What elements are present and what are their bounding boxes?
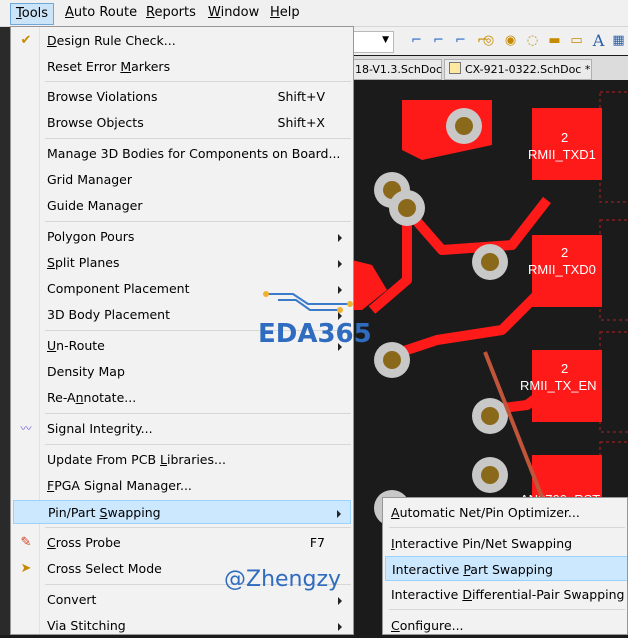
menu-help[interactable]: Help [265,4,305,22]
multi-route-icon[interactable]: ⌐ [452,32,469,49]
menu-window[interactable]: Window [203,4,264,22]
document-tabs: 18-V1.3.SchDoc CX-921-0322.SchDoc * [350,56,628,81]
check-icon: ✔ [20,33,32,48]
menu-item-guide-manager[interactable]: Guide Manager [13,194,351,218]
menu-auto-route[interactable]: Auto Route [60,4,142,22]
arc-icon[interactable]: ◌ [524,32,541,49]
menu-item-via-stitching[interactable]: Via Stitching [13,614,351,634]
menu-item-grid-manager[interactable]: Grid Manager [13,168,351,192]
watermark-logo-text: EDA365 [258,319,370,348]
pad-number: 2 [561,361,568,376]
menu-item-update-from-pcb-libraries[interactable]: Update From PCB Libraries... [13,448,351,472]
diff-pair-icon[interactable]: ⌐ [430,32,447,49]
menu-item-manage-3d-bodies[interactable]: Manage 3D Bodies for Components on Board… [13,142,351,166]
net-label: RMII_TXD0 [528,262,596,277]
menu-item-fpga-signal-manager[interactable]: FPGA Signal Manager... [13,474,351,498]
menu-item-re-annotate[interactable]: Re-Annotate... [13,386,351,410]
menu-item-browse-objects[interactable]: Browse Objects Shift+X [13,111,351,135]
toolbar-combo[interactable]: ▼ [352,31,394,53]
chevron-down-icon: ▼ [382,35,389,45]
menu-item-pin-part-swapping[interactable]: Pin/Part Swapping [13,500,351,524]
pin-part-swapping-submenu: Automatic Net/Pin Optimizer... Interacti… [382,497,628,635]
schematic-doc-icon [449,62,461,74]
workspace-left-edge [0,27,10,635]
menu-separator [45,444,351,445]
route-icon[interactable]: ⌐ [408,32,425,49]
menu-item-browse-violations[interactable]: Browse Violations Shift+V [13,85,351,109]
pad-icon[interactable]: ◎ [480,32,497,49]
menu-item-polygon-pours[interactable]: Polygon Pours [13,225,351,249]
submenu-item-interactive-part-swapping[interactable]: Interactive Part Swapping [385,556,627,581]
polygon-icon[interactable]: ▭ [568,32,585,49]
submenu-arrow-icon [338,260,342,268]
menu-tools[interactable]: Tools [10,3,55,25]
grid-icon[interactable]: ▦ [610,32,627,49]
via-icon[interactable]: ◉ [502,32,519,49]
submenu-arrow-icon [338,234,342,242]
menu-item-signal-integrity[interactable]: 〰 Signal Integrity... [13,417,351,441]
menu-separator [45,221,351,222]
cross-probe-icon: ✎ [20,535,32,550]
cross-select-icon: ➤ [20,561,32,576]
string-icon[interactable]: A [590,31,607,50]
circuit-trace-icon: EDA365 [258,291,372,349]
pad-number: 2 [561,245,568,260]
menu-separator [45,138,351,139]
net-label: RMII_TX_EN [520,378,597,393]
submenu-item-configure[interactable]: Configure... [385,613,627,634]
fill-icon[interactable]: ▬ [546,32,563,49]
menu-item-density-map[interactable]: Density Map [13,360,351,384]
pad-number: 2 [561,130,568,145]
menu-separator [45,413,351,414]
net-label: RMII_TXD1 [528,147,596,162]
menu-bar: Tools Auto Route Reports Window Help [0,0,628,27]
menu-separator [45,81,351,82]
watermark-handle: @Zhengzy [224,567,342,592]
menu-reports[interactable]: Reports [141,4,201,22]
submenu-arrow-icon [337,510,341,518]
submenu-item-interactive-pin-net-swapping[interactable]: Interactive Pin/Net Swapping [385,531,627,556]
submenu-item-automatic-net-pin-optimizer[interactable]: Automatic Net/Pin Optimizer... [385,500,627,525]
submenu-item-interactive-differential-pair-swapping[interactable]: Interactive Differential-Pair Swapping [385,582,627,607]
menu-item-cross-probe[interactable]: ✎ Cross Probe F7 [13,531,351,555]
tab-schdoc-1[interactable]: 18-V1.3.SchDoc [350,59,442,80]
menu-item-split-planes[interactable]: Split Planes [13,251,351,275]
menu-separator [389,609,625,610]
signal-integrity-icon: 〰 [20,422,32,435]
menu-item-reset-error-markers[interactable]: Reset Error Markers [13,55,351,79]
submenu-arrow-icon [338,623,342,631]
tab-schdoc-2[interactable]: CX-921-0322.SchDoc * [444,59,592,80]
toolbar: ▼ ⌐ ⌐ ⌐ ⌐ ◎ ◉ ◌ ▬ ▭ A ▦ [352,27,628,55]
menu-item-design-rule-check[interactable]: ✔ Design Rule Check... [13,29,351,53]
eda365-watermark-logo: EDA365 [258,286,372,349]
menu-separator [389,527,625,528]
submenu-arrow-icon [338,597,342,605]
menu-separator [45,527,351,528]
